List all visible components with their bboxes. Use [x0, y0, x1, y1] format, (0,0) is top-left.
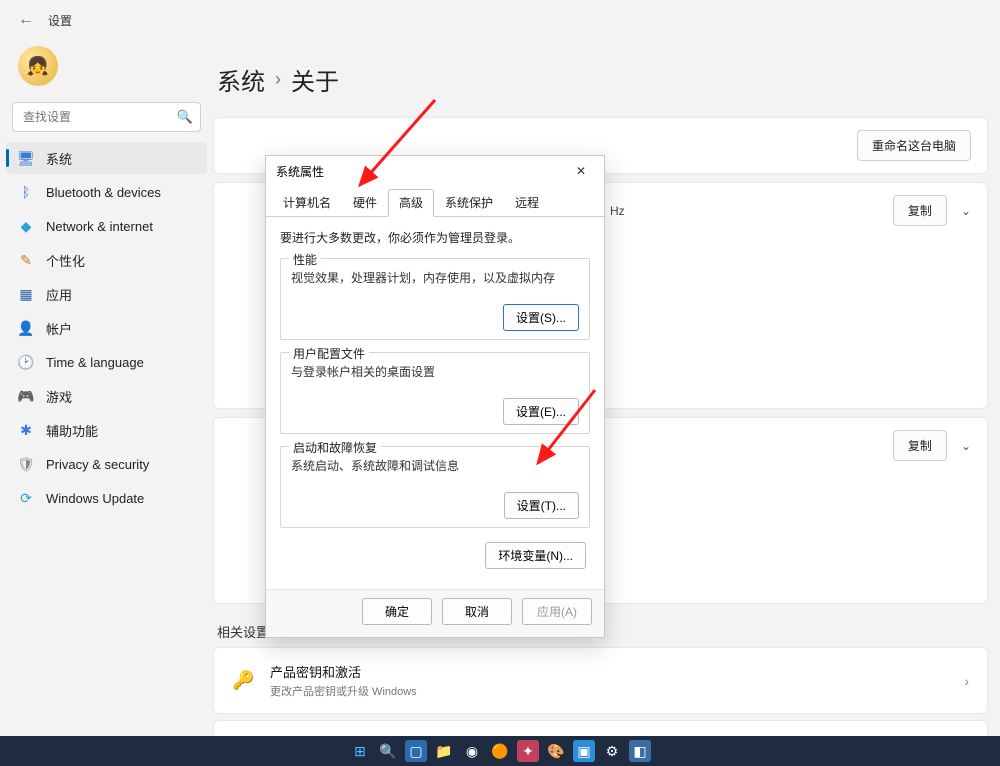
tab-硬件[interactable]: 硬件: [342, 189, 388, 216]
chrome-icon[interactable]: ◉: [461, 740, 483, 762]
app-icon-2[interactable]: ◧: [629, 740, 651, 762]
nav-icon: 🖥: [18, 150, 34, 166]
search-input[interactable]: [12, 102, 201, 132]
nav-icon: ✱: [18, 422, 34, 438]
dialog-admin-note: 要进行大多数更改，你必须作为管理员登录。: [280, 229, 590, 246]
sidebar-item-2[interactable]: ◆ Network & internet: [6, 210, 207, 242]
sidebar-item-label: 游戏: [46, 387, 72, 406]
group-desc: 系统启动、系统故障和调试信息: [291, 457, 579, 474]
sidebar-item-label: 应用: [46, 285, 72, 304]
sidebar-item-label: Privacy & security: [46, 457, 149, 472]
search-icon[interactable]: 🔍: [177, 109, 193, 125]
sidebar-item-10[interactable]: ⟳ Windows Update: [6, 482, 207, 514]
chevron-down-icon[interactable]: ⌄: [961, 439, 971, 453]
group-settings-button-1[interactable]: 设置(E)...: [503, 398, 579, 425]
breadcrumb: 系统 › 关于: [213, 46, 988, 117]
nav-icon: 🕑: [18, 354, 34, 370]
sidebar-item-label: Windows Update: [46, 491, 144, 506]
sidebar-item-9[interactable]: 🛡 Privacy & security: [6, 448, 207, 480]
sidebar-item-0[interactable]: 🖥 系统: [6, 142, 207, 174]
nav-icon: ◆: [18, 218, 34, 234]
copy-button-1[interactable]: 复制: [893, 195, 947, 226]
group-title: 启动和故障恢复: [289, 439, 381, 456]
sidebar-item-label: 帐户: [46, 319, 72, 338]
related-card-1[interactable]: 🖥远程桌面从另一台设备控制此设备›: [213, 720, 988, 736]
tab-高级[interactable]: 高级: [388, 189, 434, 217]
env-vars-button[interactable]: 环境变量(N)...: [485, 542, 586, 569]
copy-button-2[interactable]: 复制: [893, 430, 947, 461]
related-card-0[interactable]: 🔑 产品密钥和激活更改产品密钥或升级 Windows ›: [213, 647, 988, 714]
sidebar-item-label: 辅助功能: [46, 421, 98, 440]
chevron-right-icon: ›: [275, 69, 281, 90]
sidebar-item-7[interactable]: 🎮 游戏: [6, 380, 207, 412]
window-title: 设置: [48, 12, 72, 29]
sidebar: 👧 🔍 🖥 系统 ᛒ Bluetooth & devices ◆ Network & in…: [0, 40, 213, 736]
card-sub: 更改产品密钥或升级 Windows: [270, 683, 948, 699]
group-desc: 与登录帐户相关的桌面设置: [291, 363, 579, 380]
group-desc: 视觉效果，处理器计划，内存使用，以及虚拟内存: [291, 269, 579, 286]
tab-远程[interactable]: 远程: [504, 189, 550, 216]
sidebar-item-label: 个性化: [46, 251, 85, 270]
tab-计算机名[interactable]: 计算机名: [272, 189, 342, 216]
rename-pc-button[interactable]: 重命名这台电脑: [857, 130, 971, 161]
group-title: 性能: [289, 251, 321, 268]
group-2: 启动和故障恢复系统启动、系统故障和调试信息设置(T)...: [280, 446, 590, 528]
photos-icon[interactable]: ▣: [573, 740, 595, 762]
nav-icon: ⟳: [18, 490, 34, 506]
sidebar-item-5[interactable]: 👤 帐户: [6, 312, 207, 344]
avatar-icon: 👧: [18, 46, 58, 86]
explorer-icon[interactable]: 📁: [433, 740, 455, 762]
sidebar-item-6[interactable]: 🕑 Time & language: [6, 346, 207, 378]
chevron-right-icon: ›: [964, 673, 969, 689]
sidebar-item-3[interactable]: ✎ 个性化: [6, 244, 207, 276]
taskbar: ⊞ 🔍 ▢ 📁 ◉ 🟠 ✦ 🎨 ▣ ⚙ ◧: [0, 736, 1000, 766]
card-title: 产品密钥和激活: [270, 662, 948, 681]
nav-icon: ▦: [18, 286, 34, 302]
app-icon-1[interactable]: ✦: [517, 740, 539, 762]
group-0: 性能视觉效果，处理器计划，内存使用，以及虚拟内存设置(S)...: [280, 258, 590, 340]
group-settings-button-2[interactable]: 设置(T)...: [504, 492, 579, 519]
nav-icon: 👤: [18, 320, 34, 336]
back-arrow-icon[interactable]: ←: [18, 11, 34, 29]
sidebar-item-label: Time & language: [46, 355, 144, 370]
ok-button[interactable]: 确定: [362, 598, 432, 625]
taskview-icon[interactable]: ▢: [405, 740, 427, 762]
user-avatar-block[interactable]: 👧: [6, 40, 207, 102]
apply-button[interactable]: 应用(A): [522, 598, 592, 625]
settings-task-icon[interactable]: ⚙: [601, 740, 623, 762]
tab-系统保护[interactable]: 系统保护: [434, 189, 504, 216]
breadcrumb-leaf: 关于: [291, 62, 339, 97]
browser-icon[interactable]: 🟠: [489, 740, 511, 762]
close-icon[interactable]: ✕: [566, 160, 596, 182]
group-1: 用户配置文件与登录帐户相关的桌面设置设置(E)...: [280, 352, 590, 434]
sidebar-item-label: Bluetooth & devices: [46, 185, 161, 200]
group-title: 用户配置文件: [289, 345, 369, 362]
paint-icon[interactable]: 🎨: [545, 740, 567, 762]
nav-icon: ✎: [18, 252, 34, 268]
search-task-icon[interactable]: 🔍: [377, 740, 399, 762]
system-properties-dialog: 系统属性 ✕ 计算机名硬件高级系统保护远程 要进行大多数更改，你必须作为管理员登…: [265, 155, 605, 638]
sidebar-item-4[interactable]: ▦ 应用: [6, 278, 207, 310]
sidebar-item-8[interactable]: ✱ 辅助功能: [6, 414, 207, 446]
dialog-title: 系统属性: [276, 163, 324, 180]
sidebar-item-1[interactable]: ᛒ Bluetooth & devices: [6, 176, 207, 208]
card-icon: 🔑: [232, 670, 254, 691]
spec-hz-text: Hz: [610, 204, 625, 218]
nav-icon: 🛡: [18, 456, 34, 472]
nav-icon: ᛒ: [18, 184, 34, 200]
start-icon[interactable]: ⊞: [349, 740, 371, 762]
chevron-down-icon[interactable]: ⌄: [961, 204, 971, 218]
cancel-button[interactable]: 取消: [442, 598, 512, 625]
breadcrumb-root[interactable]: 系统: [217, 62, 265, 97]
nav-icon: 🎮: [18, 388, 34, 404]
group-settings-button-0[interactable]: 设置(S)...: [503, 304, 579, 331]
sidebar-item-label: Network & internet: [46, 219, 153, 234]
sidebar-item-label: 系统: [46, 149, 72, 168]
